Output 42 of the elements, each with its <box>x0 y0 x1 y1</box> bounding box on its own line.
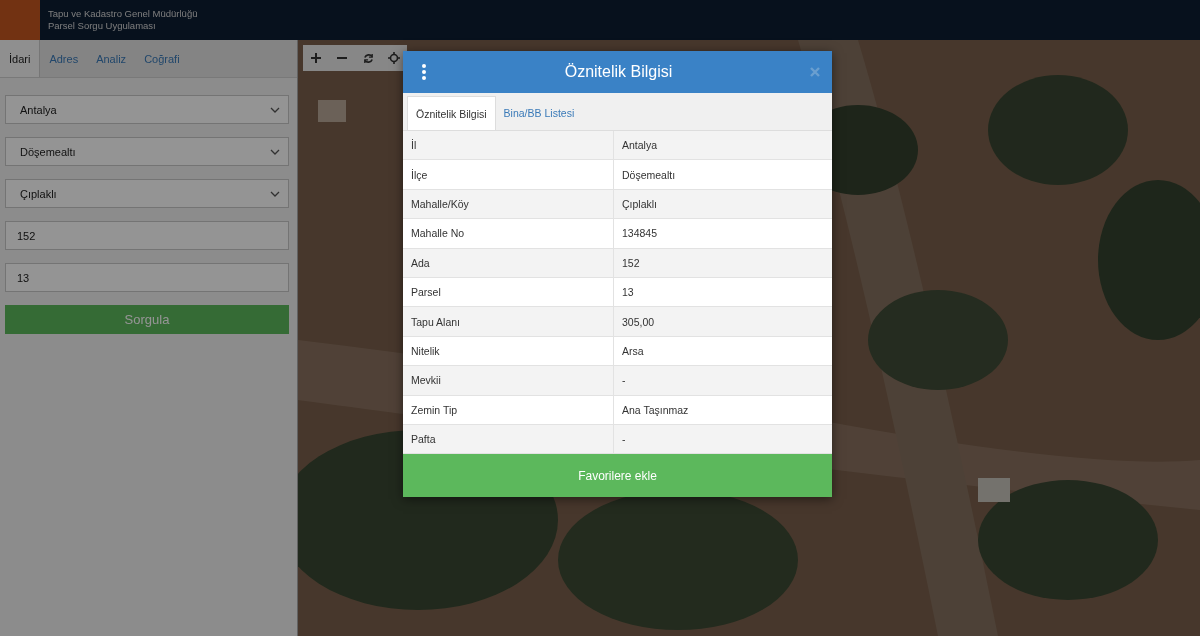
dialog-tab[interactable]: Öznitelik Bilgisi <box>407 96 496 130</box>
logo-block <box>0 0 40 40</box>
attribute-value: Döşemealtı <box>621 167 676 183</box>
attribute-label: Zemin Tip <box>403 395 614 424</box>
attribute-value: Çıplaklı <box>621 196 657 212</box>
attribute-label: İl <box>403 131 614 160</box>
chevron-down-icon <box>270 190 280 197</box>
chevron-down-icon <box>270 148 280 155</box>
attribute-label: Mahalle/Köy <box>403 189 614 219</box>
dialog-tab[interactable]: Bina/BB Listesi <box>495 96 583 130</box>
select-field[interactable]: Döşemealtı <box>5 137 289 166</box>
attribute-value: Antalya <box>621 138 658 154</box>
attribute-label: Ada <box>403 248 614 277</box>
attribute-label: Parsel <box>403 277 614 307</box>
chevron-down-icon <box>270 106 280 113</box>
input-field[interactable]: 13 <box>5 263 289 292</box>
attribute-label: Nitelik <box>403 336 614 366</box>
refresh-icon <box>362 52 374 64</box>
select-field[interactable]: Çıplaklı <box>5 179 289 208</box>
attribute-value: 305,00 <box>621 314 655 330</box>
attribute-value: - <box>621 373 626 389</box>
dialog-title: Öznitelik Bilgisi <box>563 63 674 81</box>
attribute-value: 134845 <box>621 226 658 242</box>
app-subtitle: Parsel Sorgu Uygulaması <box>48 20 157 32</box>
sidebar-tab[interactable]: İdari <box>0 40 41 77</box>
attribute-value: Arsa <box>621 343 644 359</box>
attribute-label: Mahalle No <box>403 219 614 248</box>
attribute-label: Mevkii <box>403 366 614 395</box>
attribute-value: Ana Taşınmaz <box>621 402 689 418</box>
app-title: Tapu ve Kadastro Genel Müdürlüğü <box>48 8 198 20</box>
attribute-value: - <box>621 432 626 448</box>
attribute-label: İlçe <box>403 160 614 189</box>
attribute-value: 13 <box>621 285 634 301</box>
select-field[interactable]: Antalya <box>5 95 289 124</box>
crosshair-icon <box>388 52 400 64</box>
zoom-in-button[interactable] <box>303 45 329 71</box>
plus-icon <box>311 53 321 63</box>
input-field[interactable]: 152 <box>5 221 289 250</box>
attribute-label: Tapu Alanı <box>403 307 614 336</box>
kebab-menu-icon[interactable] <box>421 64 427 80</box>
attribute-label: Pafta <box>403 424 614 454</box>
attribute-value: 152 <box>621 255 640 271</box>
